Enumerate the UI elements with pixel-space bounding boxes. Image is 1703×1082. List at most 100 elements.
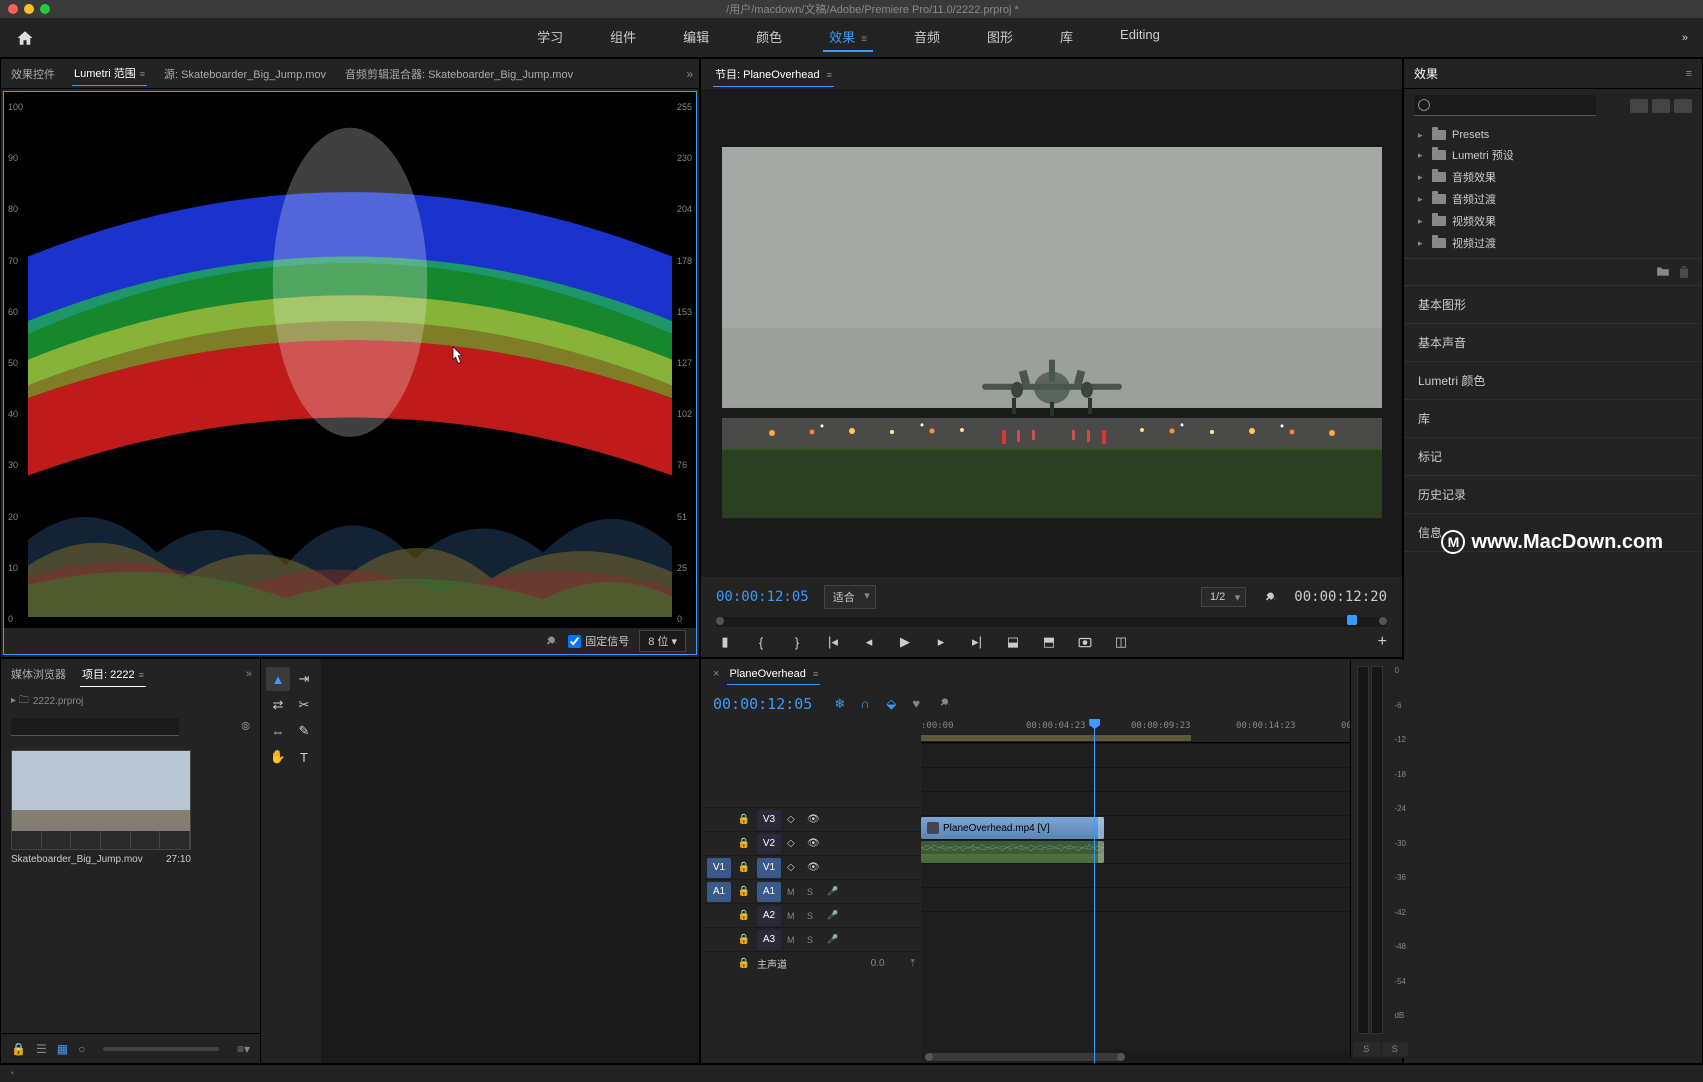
timeline-timecode[interactable]: 00:00:12:05 [713, 695, 812, 713]
fx-badge-icon[interactable] [927, 822, 939, 834]
project-tab[interactable]: 媒体浏览器 [9, 662, 68, 686]
track-header-V1[interactable]: V1🔒V1◇👁 [701, 855, 921, 879]
track-target[interactable]: A3 [757, 930, 781, 950]
new-bin-icon[interactable] [1656, 265, 1670, 279]
program-tab[interactable]: 节目: PlaneOverhead ≡ [713, 62, 834, 87]
lock-icon[interactable]: 🔒 [737, 958, 751, 969]
lock-icon[interactable]: 🔒 [737, 862, 751, 873]
toggle-output-icon[interactable]: 👁 [807, 838, 821, 849]
effects-search-input[interactable] [1414, 95, 1596, 116]
mute-button[interactable]: M [787, 887, 801, 897]
minimize-window-button[interactable] [24, 4, 34, 14]
clamp-signal-checkbox[interactable]: 固定信号 [568, 633, 629, 649]
go-to-out-icon[interactable]: ▸| [968, 633, 986, 651]
timeline-zoom-bar[interactable] [925, 1053, 1398, 1061]
workspace-tab-学习[interactable]: 学习 [531, 23, 569, 52]
scope-settings-icon[interactable] [544, 634, 558, 648]
effects-folder[interactable]: ▸音频过渡 [1404, 188, 1702, 210]
panel-overflow-icon[interactable]: » [246, 668, 252, 680]
project-search-input[interactable] [11, 718, 179, 736]
source-patch[interactable]: A1 [707, 882, 731, 902]
export-frame-icon[interactable] [1076, 633, 1094, 651]
clip-thumbnail[interactable] [11, 750, 191, 850]
stacked-panel-header[interactable]: 历史记录 [1404, 476, 1702, 514]
source-patch[interactable]: V1 [707, 858, 731, 878]
workspace-tab-编辑[interactable]: 编辑 [677, 23, 715, 52]
bracket-in-icon[interactable]: { [752, 633, 770, 651]
sync-lock-icon[interactable]: ◇ [787, 838, 801, 849]
program-video-display[interactable] [722, 147, 1382, 518]
razor-tool-icon[interactable]: ✂ [292, 693, 316, 717]
workspace-tab-Editing[interactable]: Editing [1114, 23, 1166, 52]
write-lock-icon[interactable]: 🔒 [11, 1042, 26, 1056]
voice-record-icon[interactable]: 🎤 [827, 934, 841, 945]
type-tool-icon[interactable]: T [292, 745, 316, 769]
slip-tool-icon[interactable]: ⇔ [266, 719, 290, 743]
track-header-A2[interactable]: 🔒A2MS🎤 [701, 903, 921, 927]
home-icon[interactable] [15, 29, 35, 47]
panel-menu-button[interactable]: » [686, 67, 693, 81]
source-tab[interactable]: 源: Skateboarder_Big_Jump.mov [162, 62, 328, 86]
marker-icon[interactable]: ♥ [912, 696, 928, 712]
track-header-V3[interactable]: 🔒V3◇👁 [701, 807, 921, 831]
stacked-panel-header[interactable]: 基本声音 [1404, 324, 1702, 362]
32bit-badge-icon[interactable] [1652, 99, 1670, 113]
lock-icon[interactable]: 🔒 [737, 910, 751, 921]
lumetri-scope-display[interactable]: 1009080706050403020100 25523020417815312… [3, 91, 697, 655]
effects-folder[interactable]: ▸音频效果 [1404, 166, 1702, 188]
stacked-panel-header[interactable]: 基本图形 [1404, 286, 1702, 324]
find-icon[interactable]: ⦾ [241, 721, 250, 734]
track-header-A1[interactable]: A1 🔒 A1 MS 🎤 [701, 879, 921, 903]
sort-icon[interactable]: ≡▾ [237, 1042, 250, 1056]
project-tab[interactable]: 项目: 2222≡ [80, 662, 146, 687]
play-icon[interactable]: ▶ [896, 633, 914, 651]
toggle-output-icon[interactable]: 👁 [807, 862, 821, 873]
zoom-fit-dropdown[interactable]: 适合 [824, 585, 876, 609]
thumbnail-size-slider[interactable] [103, 1047, 219, 1051]
workspace-tab-音频[interactable]: 音频 [908, 23, 946, 52]
playback-resolution-dropdown[interactable]: 1/2 [1201, 587, 1246, 607]
video-clip[interactable]: PlaneOverhead.mp4 [V] [921, 817, 1104, 839]
lock-icon[interactable]: 🔒 [737, 838, 751, 849]
bin-item[interactable]: Skateboarder_Big_Jump.mov 27:10 [11, 750, 191, 865]
maximize-window-button[interactable] [40, 4, 50, 14]
solo-button[interactable]: S [807, 935, 821, 945]
lock-icon[interactable]: 🔒 [737, 886, 751, 897]
effects-folder[interactable]: ▸视频过渡 [1404, 232, 1702, 254]
stacked-panel-header[interactable]: 标记 [1404, 438, 1702, 476]
lock-icon[interactable]: 🔒 [737, 814, 751, 825]
bit-depth-dropdown[interactable]: 8 位 ▾ [639, 630, 686, 652]
effects-folder[interactable]: ▸视频效果 [1404, 210, 1702, 232]
pen-tool-icon[interactable]: ✎ [292, 719, 316, 743]
track-target[interactable]: V2 [757, 834, 781, 854]
step-forward-icon[interactable]: ▸ [932, 633, 950, 651]
track-target[interactable]: V3 [757, 810, 781, 830]
mark-in-icon[interactable]: ▮ [716, 633, 734, 651]
panel-menu-icon[interactable]: ≡ [1686, 68, 1692, 80]
solo-button[interactable]: S [807, 911, 821, 921]
solo-button[interactable]: S [807, 887, 821, 897]
workspace-tab-效果[interactable]: 效果≡ [823, 23, 873, 52]
extract-icon[interactable]: ⬒ [1040, 633, 1058, 651]
workspace-overflow-button[interactable]: » [1682, 32, 1688, 44]
workspace-tab-库[interactable]: 库 [1054, 23, 1079, 52]
delete-icon[interactable] [1678, 265, 1690, 279]
voice-record-icon[interactable]: 🎤 [827, 886, 841, 897]
lock-icon[interactable]: 🔒 [737, 934, 751, 945]
button-editor-icon[interactable]: + [1378, 633, 1387, 651]
source-tab[interactable]: Lumetri 范围≡ [72, 61, 147, 86]
solo-right-button[interactable]: S [1382, 1042, 1409, 1056]
mute-button[interactable]: M [787, 935, 801, 945]
workspace-tab-组件[interactable]: 组件 [604, 23, 642, 52]
effects-folder[interactable]: ▸Lumetri 预设 [1404, 144, 1702, 166]
settings-wrench-icon[interactable] [1261, 588, 1279, 606]
sync-lock-icon[interactable]: ◇ [787, 862, 801, 873]
program-scrubber[interactable] [716, 617, 1387, 627]
step-back-icon[interactable]: ◂ [860, 633, 878, 651]
icon-view-icon[interactable]: ▦ [57, 1042, 68, 1056]
linked-selection-icon[interactable]: ∩ [860, 696, 876, 712]
voice-record-icon[interactable]: 🎤 [827, 910, 841, 921]
track-target[interactable]: A1 [757, 882, 781, 902]
list-view-icon[interactable]: ☰ [36, 1042, 47, 1056]
timeline-playhead[interactable] [1094, 719, 1095, 1063]
